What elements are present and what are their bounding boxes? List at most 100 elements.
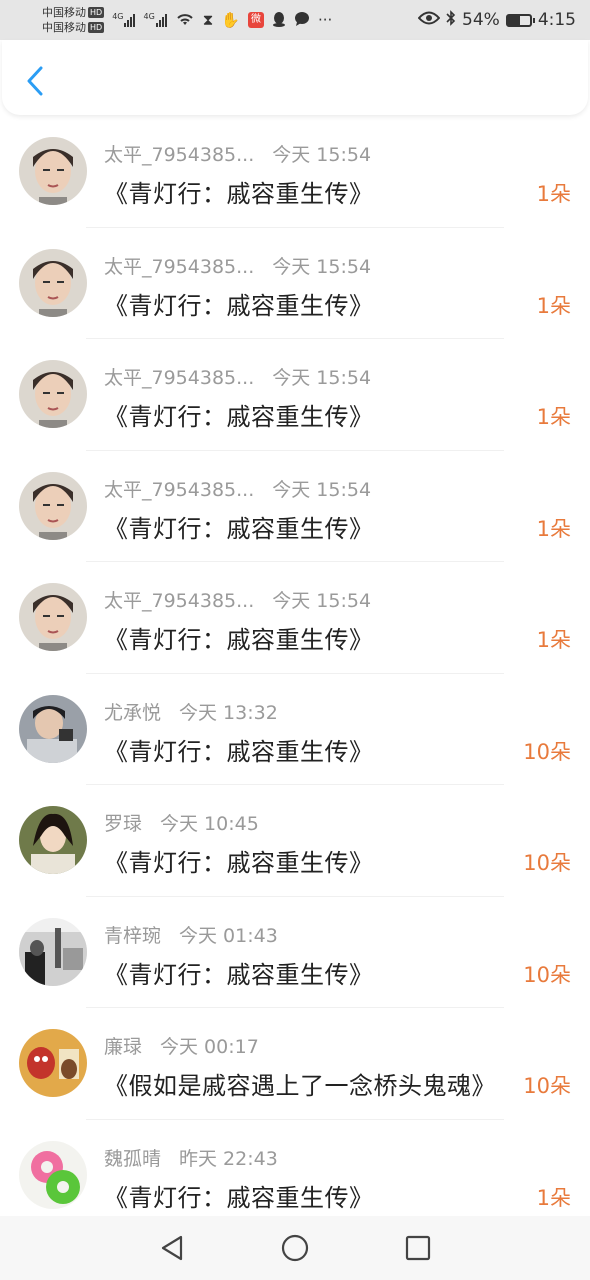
flower-count: 10朵	[523, 739, 571, 764]
carrier-2: 中国移动	[42, 21, 86, 34]
book-title[interactable]: 《青灯行：戚容重生传》	[104, 509, 374, 544]
flower-count: 1朵	[536, 405, 571, 429]
hd-badge-2: HD	[88, 22, 105, 33]
timestamp: 今天 00:17	[160, 1036, 259, 1058]
nav-recents-button[interactable]	[398, 1228, 438, 1268]
gift-row[interactable]: 魏孤晴 昨天 22:43 《青灯行：戚容重生传》 1朵	[0, 1120, 590, 1231]
book-title[interactable]: 《青灯行：戚容重生传》	[104, 843, 374, 878]
book-title[interactable]: 《青灯行：戚容重生传》	[104, 397, 374, 432]
avatar[interactable]	[19, 917, 87, 986]
avatar[interactable]	[19, 1029, 87, 1097]
gift-row[interactable]: 青梓琬 今天 01:43 《青灯行：戚容重生传》 10朵	[0, 897, 590, 1008]
username[interactable]: 太平_7954385...	[104, 140, 254, 167]
chevron-left-icon	[27, 66, 43, 96]
signal-1-icon: 4G	[112, 12, 136, 27]
signal-2-icon: 4G	[143, 13, 167, 27]
nav-home-button[interactable]	[275, 1228, 315, 1268]
battery-icon	[505, 13, 535, 27]
book-title[interactable]: 《青灯行：戚容重生传》	[104, 286, 374, 321]
timestamp: 今天 01:43	[179, 924, 278, 947]
circle-home-icon	[281, 1234, 309, 1262]
gift-row[interactable]: 廉琭 今天 00:17 《假如是戚容遇上了一念桥头鬼魂》 10朵	[0, 1008, 590, 1120]
timestamp: 今天 15:54	[272, 367, 372, 389]
gift-row[interactable]: 太平_7954385... 今天 15:54 《青灯行：戚容重生传》 1朵	[0, 562, 590, 674]
carrier-1: 中国移动	[42, 6, 86, 19]
network-type-1: 4G	[112, 12, 124, 21]
wifi-icon	[175, 11, 195, 30]
avatar[interactable]	[19, 137, 87, 205]
book-title[interactable]: 《青灯行：戚容重生传》	[104, 955, 374, 990]
timestamp: 今天 10:45	[160, 813, 259, 835]
avatar[interactable]	[19, 471, 87, 540]
gift-meta: 太平_7954385... 今天 15:54	[104, 586, 371, 613]
eye-icon	[417, 10, 441, 30]
back-button[interactable]	[20, 64, 50, 98]
nav-back-button[interactable]	[152, 1228, 192, 1268]
gift-row[interactable]: 罗琭 今天 10:45 《青灯行：戚容重生传》 10朵	[0, 785, 590, 897]
username[interactable]: 魏孤晴	[104, 1144, 161, 1171]
gift-meta: 太平_7954385... 今天 15:54	[104, 252, 371, 279]
book-title[interactable]: 《青灯行：戚容重生传》	[104, 174, 374, 209]
username[interactable]: 太平_7954385...	[104, 475, 254, 502]
carrier-info: 中国移动 HD 中国移动 HD	[42, 5, 105, 35]
timestamp: 今天 13:32	[179, 701, 278, 724]
header	[2, 40, 588, 115]
book-title[interactable]: 《假如是戚容遇上了一念桥头鬼魂》	[104, 1066, 496, 1101]
status-bar: 中国移动 HD 中国移动 HD 4G 4G ⧗ ✋ 微 ··· 54% 4:15	[0, 0, 590, 40]
timestamp: 今天 15:54	[272, 255, 372, 278]
hd-badge: HD	[88, 7, 105, 18]
weibo-icon: 微	[248, 12, 264, 28]
book-title[interactable]: 《青灯行：戚容重生传》	[104, 1178, 374, 1213]
flower-count: 10朵	[523, 962, 571, 987]
status-left: 中国移动 HD 中国移动 HD 4G 4G ⧗ ✋ 微 ···	[42, 5, 332, 35]
gift-row[interactable]: 尤承悦 今天 13:32 《青灯行：戚容重生传》 10朵	[0, 674, 590, 785]
flower-count: 1朵	[536, 293, 571, 318]
username[interactable]: 尤承悦	[104, 698, 161, 725]
avatar[interactable]	[19, 248, 87, 317]
flower-count: 1朵	[536, 182, 571, 206]
timestamp: 今天 15:54	[272, 590, 372, 612]
battery-percent: 54%	[462, 10, 500, 30]
book-title[interactable]: 《青灯行：戚容重生传》	[104, 732, 374, 767]
username[interactable]: 太平_7954385...	[104, 363, 254, 390]
gift-row[interactable]: 太平_7954385... 今天 15:54 《青灯行：戚容重生传》 1朵	[0, 339, 590, 451]
battery-fill	[507, 15, 520, 25]
message-icon	[294, 11, 310, 30]
clock: 4:15	[537, 10, 576, 30]
square-recents-icon	[406, 1235, 431, 1261]
gift-meta: 太平_7954385... 今天 15:54	[104, 140, 371, 167]
avatar[interactable]	[19, 583, 87, 651]
username[interactable]: 太平_7954385...	[104, 586, 254, 613]
more-icon: ···	[318, 10, 333, 29]
flower-count: 1朵	[536, 516, 571, 541]
username[interactable]: 罗琭	[104, 809, 142, 836]
hand-icon: ✋	[221, 10, 240, 29]
timestamp: 今天 15:54	[272, 478, 372, 501]
flower-count: 10朵	[523, 851, 571, 875]
flower-count: 1朵	[536, 628, 571, 652]
qq-icon	[272, 11, 286, 30]
triangle-back-icon	[161, 1235, 182, 1261]
avatar[interactable]	[19, 1140, 87, 1209]
avatar[interactable]	[19, 806, 87, 874]
gift-meta: 青梓琬 今天 01:43	[104, 921, 278, 948]
username[interactable]: 廉琭	[104, 1032, 142, 1059]
status-right: 54% 4:15	[417, 9, 576, 31]
navigation-bar	[0, 1216, 590, 1280]
gift-row[interactable]: 太平_7954385... 今天 15:54 《青灯行：戚容重生传》 1朵	[0, 116, 590, 228]
gift-meta: 尤承悦 今天 13:32	[104, 698, 278, 725]
gift-row[interactable]: 太平_7954385... 今天 15:54 《青灯行：戚容重生传》 1朵	[0, 228, 590, 339]
flower-count: 1朵	[536, 1185, 571, 1210]
gift-meta: 太平_7954385... 今天 15:54	[104, 363, 371, 390]
gift-meta: 罗琭 今天 10:45	[104, 809, 259, 836]
book-title[interactable]: 《青灯行：戚容重生传》	[104, 620, 374, 655]
timestamp: 今天 15:54	[272, 144, 372, 166]
username[interactable]: 太平_7954385...	[104, 252, 254, 279]
avatar[interactable]	[19, 360, 87, 428]
avatar[interactable]	[19, 694, 87, 763]
gift-row[interactable]: 太平_7954385... 今天 15:54 《青灯行：戚容重生传》 1朵	[0, 451, 590, 562]
gift-meta: 太平_7954385... 今天 15:54	[104, 475, 371, 502]
timestamp: 昨天 22:43	[179, 1147, 278, 1170]
gift-meta: 魏孤晴 昨天 22:43	[104, 1144, 278, 1171]
username[interactable]: 青梓琬	[104, 921, 161, 948]
